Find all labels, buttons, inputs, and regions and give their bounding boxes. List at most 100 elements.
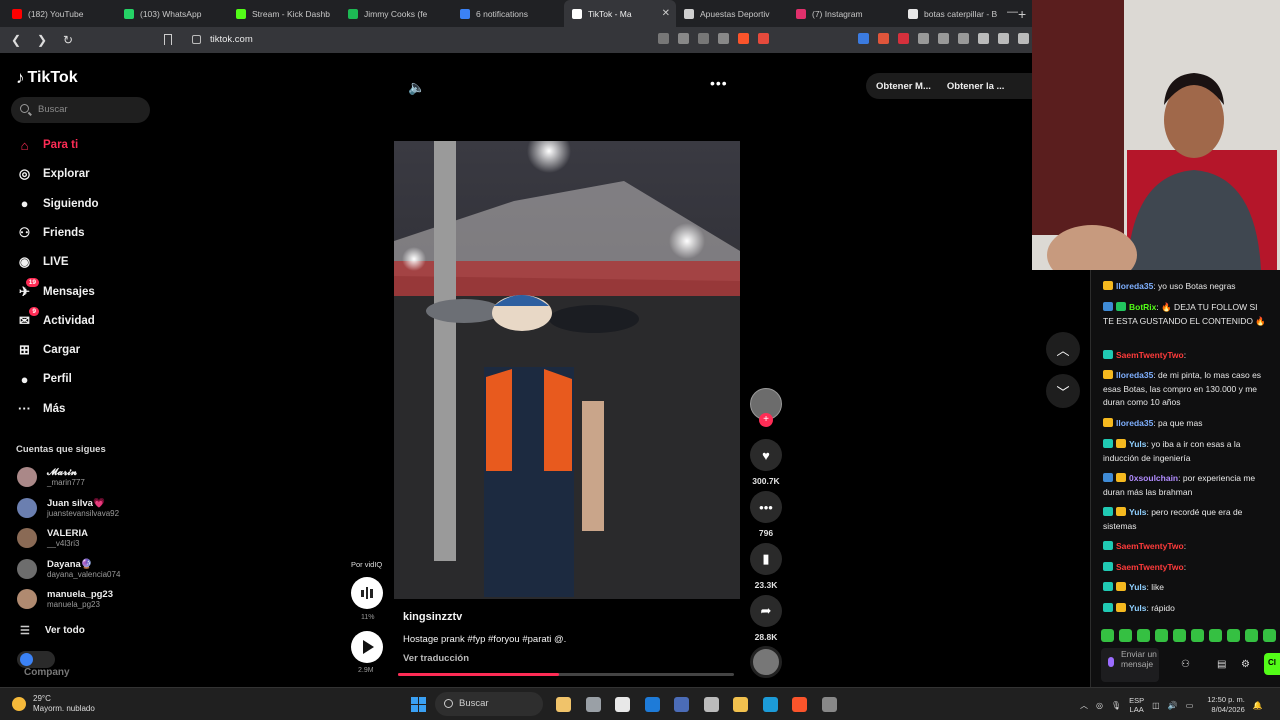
like-button[interactable]: ♥ xyxy=(750,439,782,471)
chat-username[interactable]: Yuls xyxy=(1129,439,1146,449)
tray-chevron-icon[interactable]: ︿ xyxy=(1080,700,1088,711)
notification-bell-icon[interactable]: 🔔 xyxy=(1253,701,1263,710)
chat-username[interactable]: BotRix xyxy=(1129,302,1156,312)
sidebar-item-actividad[interactable]: ✉ 9 Actividad xyxy=(16,307,95,332)
taskbar-app-icon[interactable] xyxy=(585,697,601,712)
close-tab-icon[interactable]: ✕ xyxy=(662,8,670,19)
music-disc[interactable] xyxy=(750,646,782,678)
extensions-puzzle-icon[interactable] xyxy=(918,33,929,44)
emote-icon[interactable] xyxy=(1245,629,1258,642)
brave-shields-icon[interactable] xyxy=(738,33,749,44)
browser-tab[interactable]: (103) WhatsApp xyxy=(116,0,228,27)
emote-icon[interactable] xyxy=(1101,629,1114,642)
battery-icon[interactable]: ▭ xyxy=(1186,701,1194,710)
following-account[interactable]: Juan silva💗 juanstevansilvava92 xyxy=(17,495,119,521)
back-icon[interactable]: ❮ xyxy=(6,33,26,47)
browser-tab[interactable]: TikTok - Ma ✕ xyxy=(564,0,676,27)
chat-settings-icon[interactable]: ⚙ xyxy=(1241,659,1250,670)
emote-icon[interactable] xyxy=(1137,629,1150,642)
share-icon[interactable] xyxy=(718,33,729,44)
chat-username[interactable]: SaemTwentyTwo xyxy=(1116,541,1184,551)
chat-username[interactable]: lloreda35 xyxy=(1116,418,1153,428)
emote-icon[interactable] xyxy=(1155,629,1168,642)
following-account[interactable]: Dayana🔮 dayana_valencia074 xyxy=(17,556,120,582)
following-account[interactable]: VALERIA __v4l3ri3 xyxy=(17,525,88,551)
taskbar-app-icon[interactable] xyxy=(615,697,630,712)
taskbar-app-icon[interactable] xyxy=(674,697,689,712)
browser-tab[interactable]: Apuestas Deportiv xyxy=(676,0,788,27)
chat-username[interactable]: Yuls xyxy=(1129,582,1146,592)
chat-username[interactable]: Yuls xyxy=(1129,603,1146,613)
start-button[interactable] xyxy=(411,697,426,712)
get-coins-button[interactable]: Obtener M... xyxy=(876,81,931,92)
chat-username[interactable]: SaemTwentyTwo xyxy=(1116,350,1184,360)
following-account[interactable]: 𝓜𝓪𝓻𝓲𝓷 _marin777 xyxy=(17,464,85,490)
follow-plus-icon[interactable]: + xyxy=(759,413,773,427)
extension-pill[interactable] xyxy=(17,651,55,668)
sidebar-icon[interactable] xyxy=(998,33,1009,44)
wallet-icon[interactable] xyxy=(1018,33,1029,44)
video-progress-bar[interactable] xyxy=(398,673,734,676)
emote-icon[interactable] xyxy=(1173,629,1186,642)
extension-screen-icon[interactable] xyxy=(958,33,969,44)
next-video-button[interactable]: ﹀ xyxy=(1046,374,1080,408)
extension-m-icon[interactable] xyxy=(898,33,909,44)
network-icon[interactable]: ◫ xyxy=(1152,701,1160,710)
chat-username[interactable]: SaemTwentyTwo xyxy=(1116,562,1184,572)
sidebar-item-para-ti[interactable]: ⌂ Para ti xyxy=(16,134,79,156)
brave-rewards-icon[interactable] xyxy=(758,33,769,44)
chat-username[interactable]: lloreda35 xyxy=(1116,281,1153,291)
taskbar-app-icon[interactable] xyxy=(821,697,837,712)
taskbar-search[interactable]: Buscar xyxy=(435,692,543,716)
emote-icon[interactable] xyxy=(1209,629,1222,642)
url-field[interactable]: tiktok.com xyxy=(186,32,646,48)
emote-icon[interactable] xyxy=(1263,629,1276,642)
chat-send-button[interactable]: Cl xyxy=(1264,653,1280,675)
volume-icon[interactable]: 🔊 xyxy=(1168,701,1178,710)
browser-tab[interactable]: (182) YouTube xyxy=(4,0,116,27)
reload-icon[interactable]: ↻ xyxy=(58,33,78,47)
chat-store-icon[interactable]: ▤ xyxy=(1217,659,1226,670)
get-app-button[interactable]: Obtener la ... xyxy=(947,81,1005,92)
cast-icon[interactable] xyxy=(698,33,709,44)
taskbar-app-icon[interactable] xyxy=(733,697,748,712)
following-account[interactable]: manuela_pg23 manuela_pg23 xyxy=(17,586,113,612)
taskbar-app-icon[interactable] xyxy=(556,697,571,712)
see-translation-link[interactable]: Ver traducción xyxy=(403,653,469,664)
chat-users-icon[interactable]: ⚇ xyxy=(1181,659,1190,670)
save-button[interactable]: ▮ xyxy=(750,543,782,575)
tray-mic-icon[interactable]: 🎙 xyxy=(1111,701,1121,710)
emote-icon[interactable] xyxy=(1191,629,1204,642)
company-link[interactable]: Company xyxy=(24,667,70,678)
search-input[interactable]: Buscar xyxy=(11,97,150,123)
browser-tab[interactable]: Jimmy Cooks (fe xyxy=(340,0,452,27)
language-indicator[interactable]: ESP LAA xyxy=(1129,696,1144,714)
tray-app-icon[interactable]: ◎ xyxy=(1096,701,1103,710)
browser-tab[interactable]: (7) Instagram xyxy=(788,0,900,27)
play-button[interactable] xyxy=(351,631,383,663)
share-button[interactable]: ➦ xyxy=(750,595,782,627)
clock[interactable]: 12:50 p. m. 8/04/2026 xyxy=(1207,695,1245,715)
weather-widget[interactable]: 29°C Mayorm. nublado xyxy=(12,694,95,714)
sound-icon[interactable]: 🔈 xyxy=(408,79,425,96)
minimize-button[interactable]: — xyxy=(1007,6,1018,18)
sidebar-item-live[interactable]: ◉ LIVE xyxy=(16,251,69,273)
comment-button[interactable]: ••• xyxy=(750,491,782,523)
translate-icon[interactable] xyxy=(678,33,689,44)
browser-tab[interactable]: Stream - Kick Dashb xyxy=(228,0,340,27)
sidebar-item-friends[interactable]: ⚇ Friends xyxy=(16,222,85,244)
new-tab-button[interactable]: + xyxy=(1018,6,1026,22)
more-options-icon[interactable]: ••• xyxy=(710,75,728,91)
bookmark-icon[interactable] xyxy=(164,34,172,45)
taskbar-app-icon[interactable] xyxy=(762,697,778,712)
sidebar-item-m-s[interactable]: ··· Más xyxy=(16,398,65,420)
sidebar-item-cargar[interactable]: ⊞ Cargar xyxy=(16,339,80,361)
previous-video-button[interactable]: ︿ xyxy=(1046,332,1080,366)
vidiq-stats-button[interactable] xyxy=(351,577,383,609)
see-all-link[interactable]: ☰ Ver todo xyxy=(20,624,85,637)
taskbar-app-icon[interactable] xyxy=(703,697,719,712)
chat-username[interactable]: Yuls xyxy=(1129,507,1146,517)
chat-message-input[interactable]: Enviar un mensaje xyxy=(1101,648,1159,682)
extension-gear-icon[interactable] xyxy=(938,33,949,44)
sidebar-item-siguiendo[interactable]: ● Siguiendo xyxy=(16,193,99,215)
